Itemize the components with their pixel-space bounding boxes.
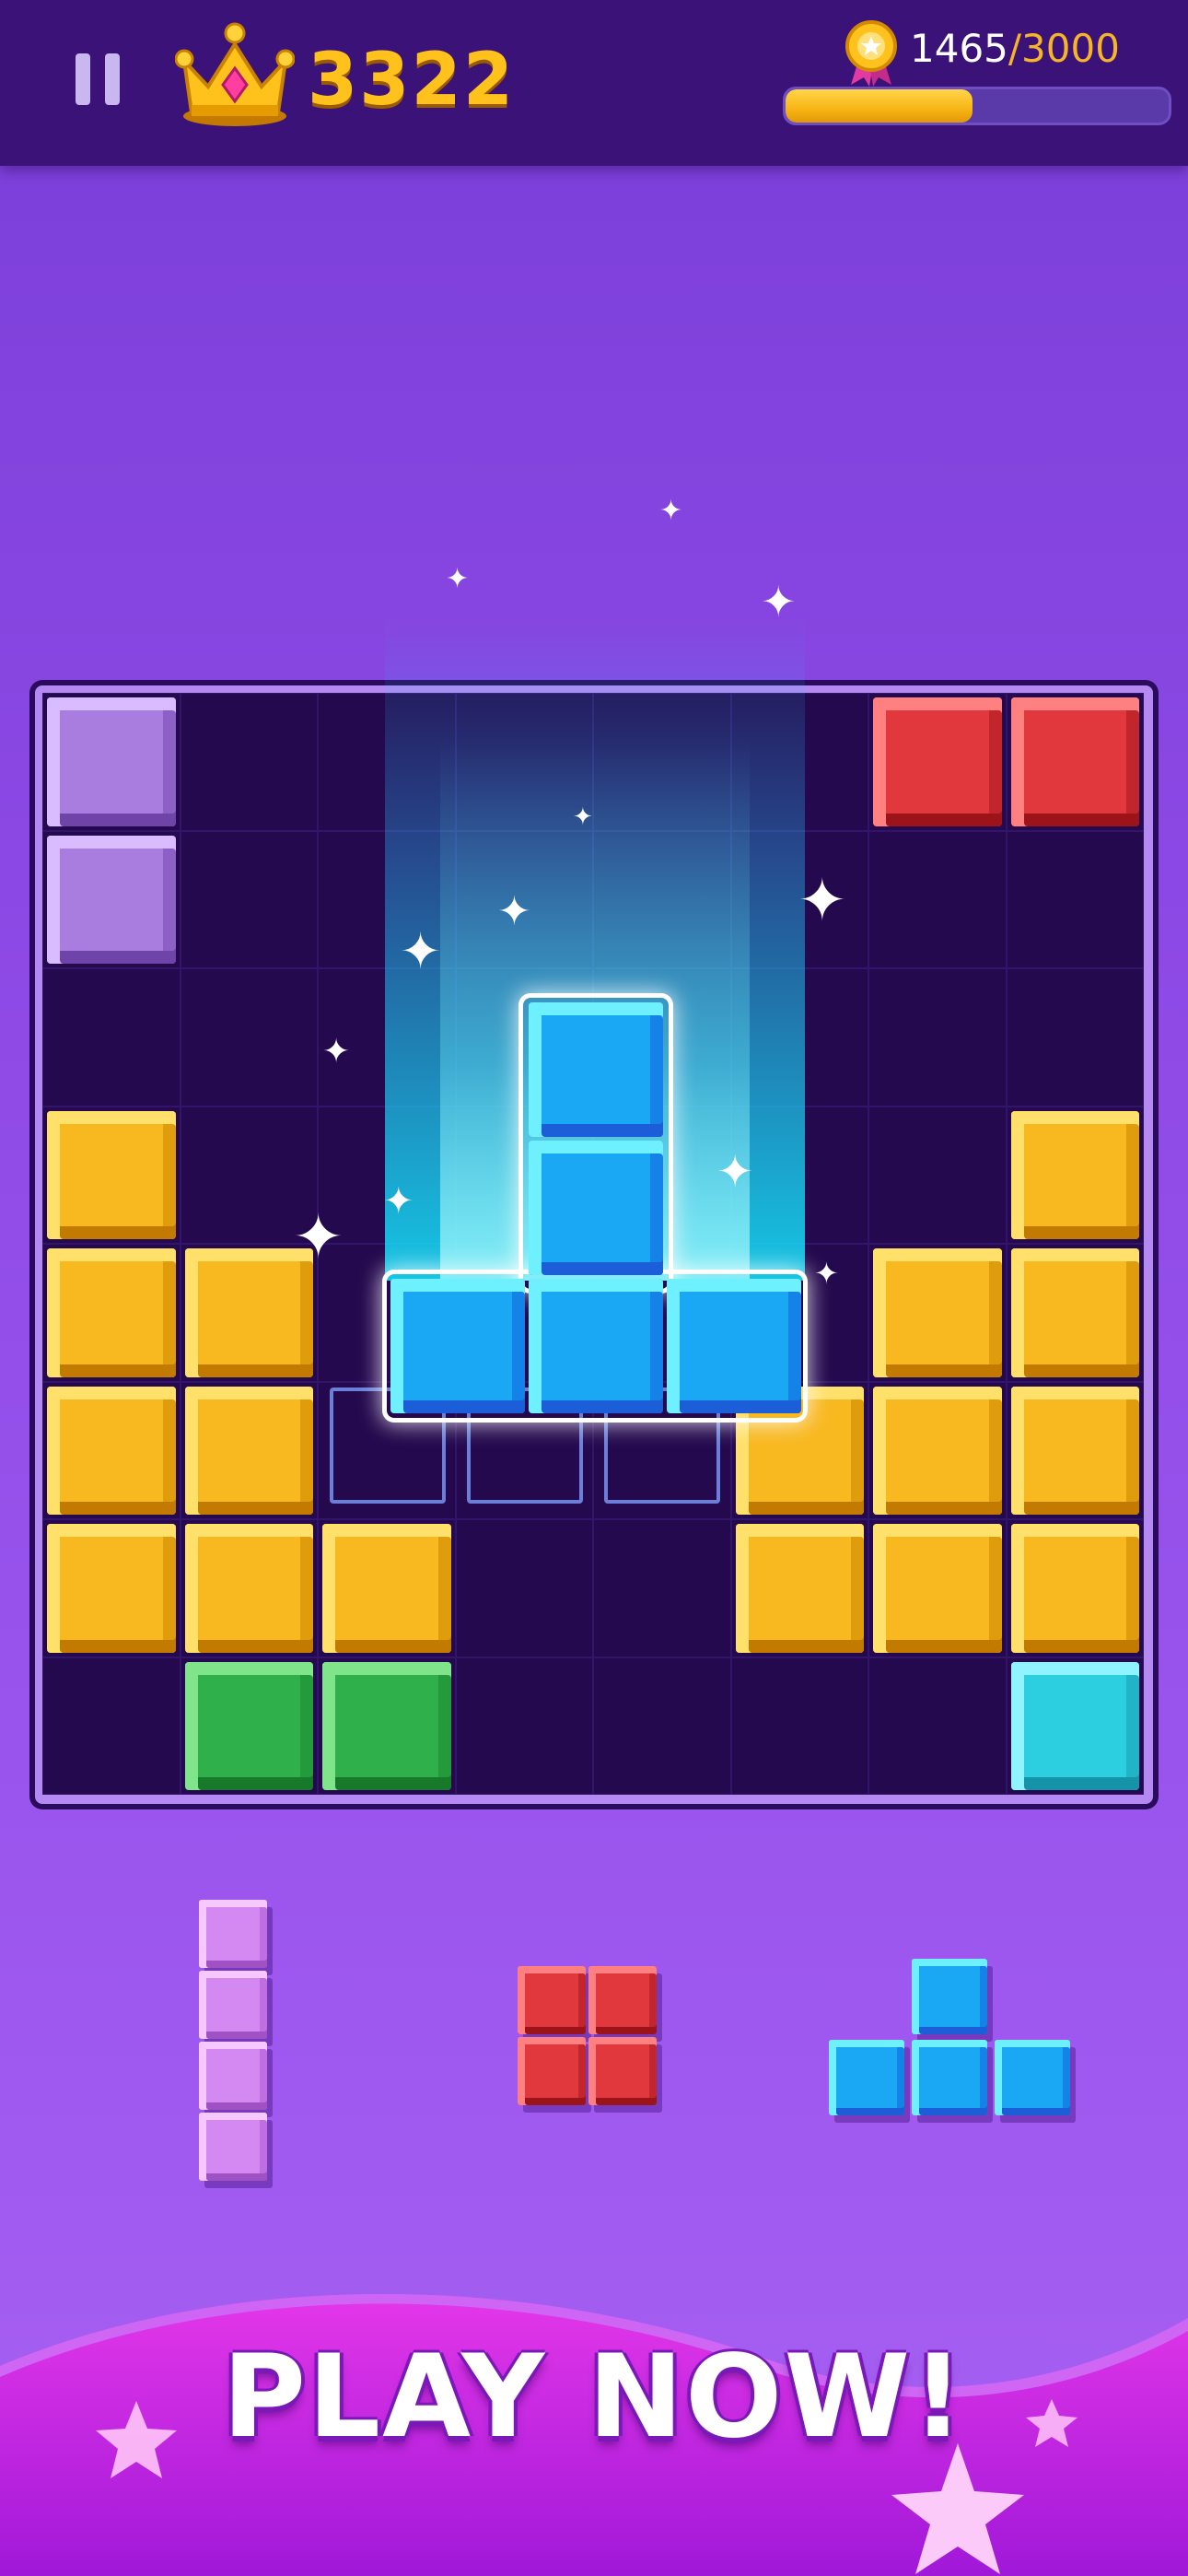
board-cell[interactable] (730, 1519, 868, 1657)
board-cell[interactable] (42, 693, 181, 831)
board-cell[interactable] (1006, 1106, 1144, 1244)
red-block (1010, 697, 1139, 826)
yellow-block (47, 1386, 176, 1515)
board-cell[interactable] (318, 693, 456, 831)
pause-button[interactable] (63, 42, 136, 116)
yellow-block (873, 1524, 1002, 1653)
board-cell[interactable] (318, 1519, 456, 1657)
board-cell[interactable] (42, 1381, 181, 1519)
board-cell[interactable] (42, 968, 181, 1107)
yellow-block (735, 1524, 864, 1653)
board-cell[interactable] (180, 1381, 318, 1519)
board-cell[interactable] (180, 968, 318, 1107)
board-cell[interactable] (730, 693, 868, 831)
score-value: 3322 (308, 39, 516, 122)
board-cell[interactable] (1006, 1519, 1144, 1657)
placing-block[interactable] (665, 1277, 803, 1415)
yellow-block (1010, 1386, 1139, 1515)
purple-block (47, 697, 176, 826)
board-cell[interactable] (868, 830, 1007, 968)
yellow-block (873, 1386, 1002, 1515)
placing-block[interactable] (527, 1139, 665, 1277)
board-cell[interactable] (730, 968, 868, 1107)
board-cell[interactable] (180, 1657, 318, 1795)
board-cell[interactable] (455, 1519, 593, 1657)
purple-block (47, 835, 176, 964)
yellow-block (1010, 1524, 1139, 1653)
goal-progress-bar (783, 87, 1171, 125)
placing-block[interactable] (527, 1001, 665, 1139)
yellow-block (47, 1524, 176, 1653)
yellow-block (873, 1248, 1002, 1377)
board-cell[interactable] (42, 1519, 181, 1657)
board-cell[interactable] (730, 1657, 868, 1795)
board-cell[interactable] (593, 830, 731, 968)
board-cell[interactable] (868, 1381, 1007, 1519)
board-cell[interactable] (318, 1657, 456, 1795)
sparkle-icon: ✦ (446, 563, 470, 595)
board-cell[interactable] (868, 1657, 1007, 1795)
board-cell[interactable] (1006, 1657, 1144, 1795)
tray-piece-vertical-line[interactable] (199, 1900, 273, 2185)
goal-current: 1465 (910, 26, 1008, 71)
sparkle-icon: ✦ (716, 1146, 754, 1198)
sparkle-icon: ✦ (798, 867, 847, 935)
tray-piece-square[interactable] (518, 1966, 665, 2113)
yellow-block (184, 1524, 313, 1653)
board-cell[interactable] (868, 968, 1007, 1107)
board-cell[interactable] (868, 1519, 1007, 1657)
green-block (184, 1661, 313, 1790)
goal-progress-fill (786, 89, 973, 123)
board-cell[interactable] (1006, 830, 1144, 968)
pause-icon (76, 53, 90, 105)
yellow-block (1010, 1110, 1139, 1239)
board-cell[interactable] (42, 1657, 181, 1795)
sparkle-icon: ✦ (573, 803, 593, 831)
goal-target: 3000 (1021, 26, 1120, 71)
sparkle-icon: ✦ (293, 1201, 344, 1272)
board-cell[interactable] (180, 830, 318, 968)
board-cell[interactable] (180, 1519, 318, 1657)
board-cell[interactable] (1006, 968, 1144, 1107)
medal-icon (845, 20, 897, 87)
board-cell[interactable] (868, 1106, 1007, 1244)
goal-counter: 1465/3000 (910, 26, 1120, 77)
cyan-block (1010, 1661, 1139, 1790)
board-cell[interactable] (868, 1244, 1007, 1382)
sparkle-icon: ✦ (383, 1180, 414, 1223)
yellow-block (322, 1524, 451, 1653)
yellow-block (47, 1248, 176, 1377)
yellow-block (184, 1386, 313, 1515)
board-cell[interactable] (1006, 1244, 1144, 1382)
placing-block[interactable] (527, 1277, 665, 1415)
sparkle-icon: ✦ (497, 888, 531, 935)
sparkle-icon: ✦ (400, 922, 442, 980)
sparkle-icon: ✦ (761, 577, 797, 626)
board-cell[interactable] (1006, 1381, 1144, 1519)
board-cell[interactable] (180, 693, 318, 831)
placing-block[interactable] (389, 1277, 527, 1415)
goal-separator: / (1007, 26, 1022, 71)
crown-icon (175, 22, 295, 126)
board-cell[interactable] (42, 830, 181, 968)
red-block (873, 697, 1002, 826)
board-cell[interactable] (593, 1657, 731, 1795)
tray-piece-t-shape[interactable] (829, 1959, 1077, 2125)
board-cell[interactable] (455, 1657, 593, 1795)
sparkle-icon: ✦ (659, 495, 683, 527)
board-cell[interactable] (42, 1244, 181, 1382)
yellow-block (1010, 1248, 1139, 1377)
top-bar: 3322 1465/3000 (0, 0, 1188, 166)
board-cell[interactable] (593, 693, 731, 831)
board-cell[interactable] (593, 1519, 731, 1657)
board-cell[interactable] (42, 1106, 181, 1244)
board-cell[interactable] (868, 693, 1007, 831)
play-now-button[interactable]: PLAY NOW! (0, 2331, 1188, 2464)
yellow-block (47, 1110, 176, 1239)
board-cell[interactable] (1006, 693, 1144, 831)
sparkle-icon: ✦ (814, 1256, 839, 1291)
sparkle-icon: ✦ (322, 1033, 351, 1071)
green-block (322, 1661, 451, 1790)
